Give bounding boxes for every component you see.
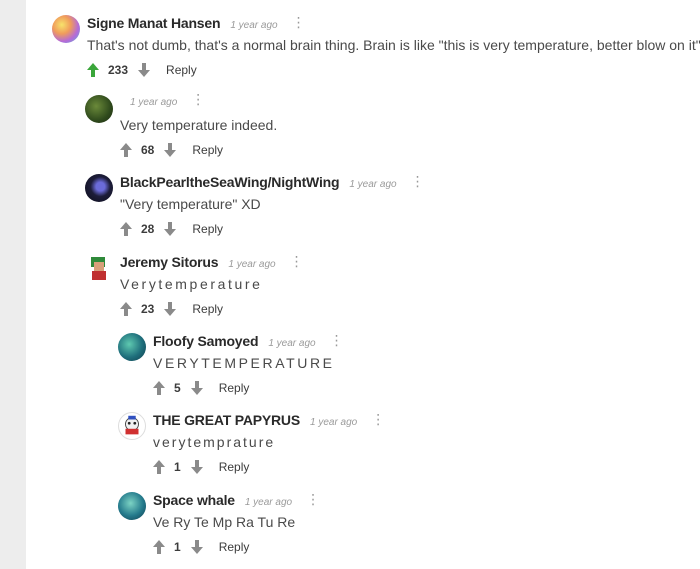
more-vertical-icon[interactable]: ⋮ (411, 174, 425, 188)
vote-count: 28 (141, 222, 155, 236)
comment-author[interactable]: Signe Manat Hansen (87, 15, 221, 31)
comment-author[interactable]: Floofy Samoyed (153, 333, 259, 349)
comment-time[interactable]: 1 year ago (310, 417, 357, 428)
comment-time[interactable]: 1 year ago (245, 497, 292, 508)
comment-text: Very temperature indeed. (120, 117, 278, 133)
avatar[interactable] (85, 95, 113, 123)
comment-text: "Very temperature" XD (120, 196, 261, 212)
arrow-up-icon[interactable] (87, 63, 99, 77)
comment-author[interactable]: BlackPearltheSeaWing/NightWing (120, 174, 340, 190)
comment-time[interactable]: 1 year ago (130, 97, 177, 108)
vote-count: 23 (141, 302, 155, 316)
comment-time[interactable]: 1 year ago (228, 259, 275, 270)
comment-author[interactable]: Jeremy Sitorus (120, 254, 219, 270)
more-vertical-icon[interactable]: ⋮ (191, 92, 205, 106)
avatar[interactable] (85, 254, 113, 282)
comment-text: That's not dumb, that's a normal brain t… (87, 37, 700, 53)
reply-button[interactable]: Reply (166, 63, 197, 77)
vote-count: 1 (174, 540, 181, 554)
comment-author[interactable]: THE GREAT PAPYRUS (153, 412, 300, 428)
comment-time[interactable]: 1 year ago (230, 20, 277, 31)
arrow-down-icon[interactable] (164, 143, 177, 157)
arrow-down-icon[interactable] (190, 381, 203, 395)
vote-count: 68 (141, 143, 155, 157)
reply-button[interactable]: Reply (219, 460, 250, 474)
comment-text: verytemprature (153, 434, 276, 450)
comment-author[interactable]: Space whale (153, 492, 235, 508)
arrow-down-icon[interactable] (190, 460, 203, 474)
comment-time[interactable]: 1 year ago (349, 179, 396, 190)
vote-count: 1 (174, 460, 181, 474)
arrow-up-icon[interactable] (153, 540, 165, 554)
more-vertical-icon[interactable]: ⋮ (371, 412, 385, 426)
left-gutter (0, 0, 26, 569)
reply-button[interactable]: Reply (219, 381, 250, 395)
arrow-up-icon[interactable] (153, 381, 165, 395)
more-vertical-icon[interactable]: ⋮ (290, 254, 304, 268)
avatar[interactable] (85, 174, 113, 202)
reply-button[interactable]: Reply (192, 302, 223, 316)
avatar[interactable] (118, 333, 146, 361)
comment-time[interactable]: 1 year ago (268, 338, 315, 349)
more-vertical-icon[interactable]: ⋮ (292, 15, 306, 29)
arrow-up-icon[interactable] (120, 302, 132, 316)
arrow-down-icon[interactable] (190, 540, 203, 554)
arrow-down-icon[interactable] (164, 302, 177, 316)
arrow-up-icon[interactable] (120, 143, 132, 157)
reply-button[interactable]: Reply (192, 222, 223, 236)
vote-count: 233 (108, 63, 129, 77)
avatar[interactable] (52, 15, 80, 43)
avatar[interactable] (118, 492, 146, 520)
arrow-up-icon[interactable] (153, 460, 165, 474)
vote-count: 5 (174, 381, 181, 395)
more-vertical-icon[interactable]: ⋮ (306, 492, 320, 506)
more-vertical-icon[interactable]: ⋮ (330, 333, 344, 347)
comment-text: Verytemperature (120, 276, 263, 292)
arrow-down-icon[interactable] (164, 222, 177, 236)
reply-button[interactable]: Reply (192, 143, 223, 157)
reply-button[interactable]: Reply (219, 540, 250, 554)
arrow-down-icon[interactable] (138, 63, 151, 77)
arrow-up-icon[interactable] (120, 222, 132, 236)
comment-text: VERYTEMPERATURE (153, 355, 335, 371)
avatar[interactable] (118, 412, 146, 440)
comment-text: Ve Ry Te Mp Ra Tu Re (153, 514, 296, 530)
